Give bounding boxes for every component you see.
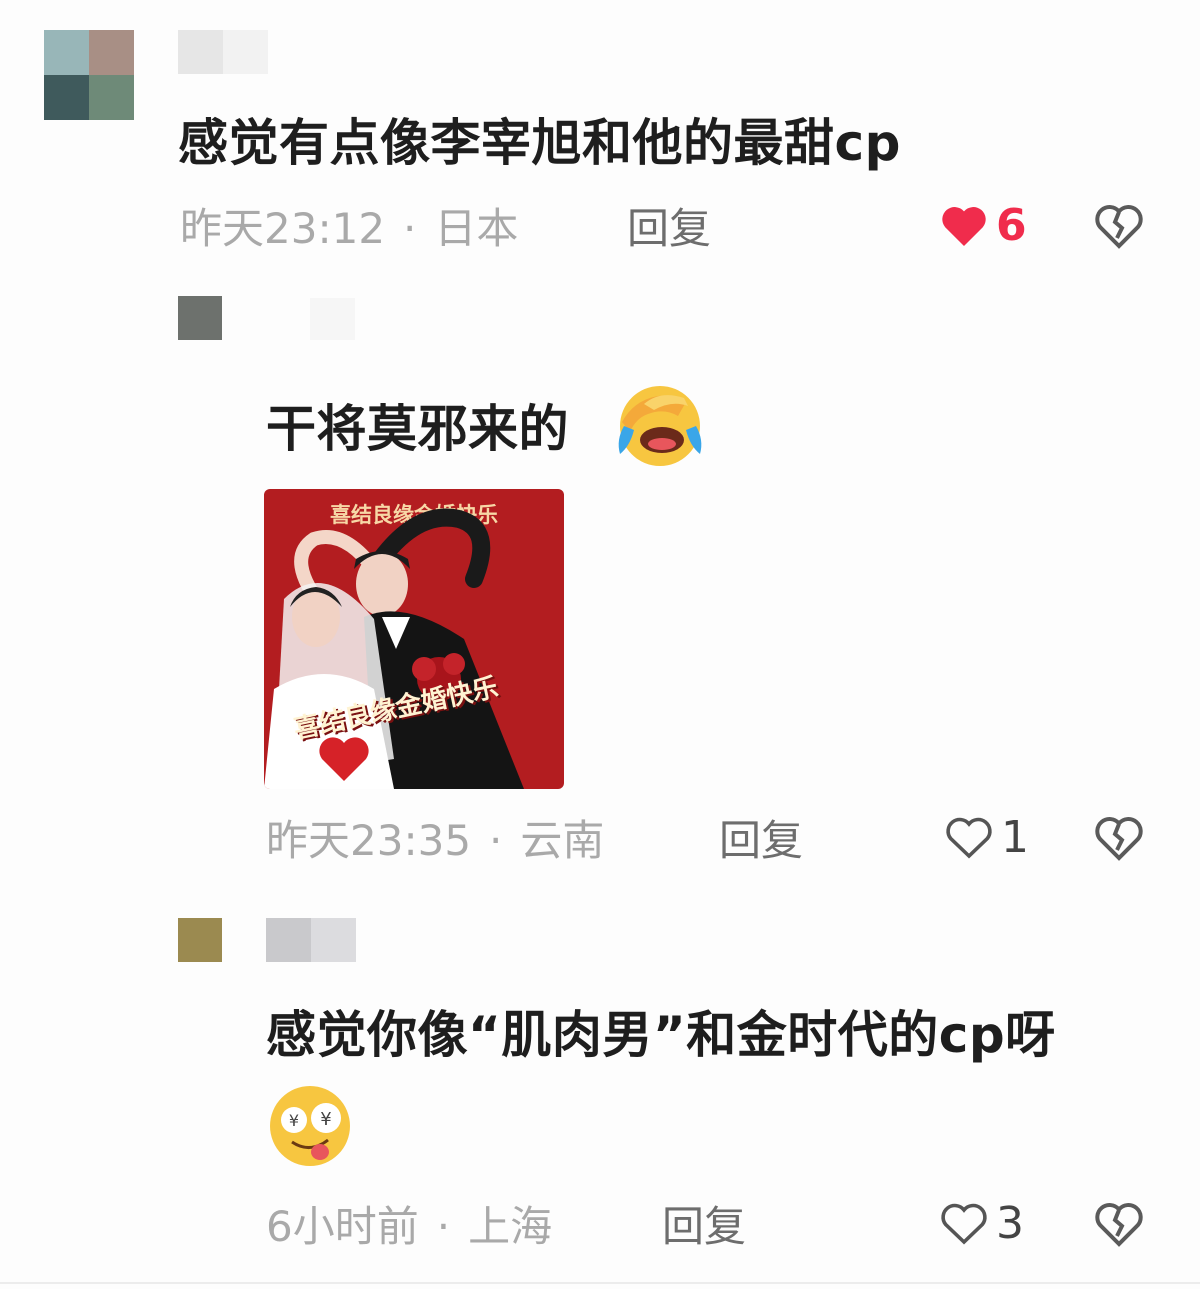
comment-text: 感觉你像“肌肉男”和金时代的cp呀 [266, 1006, 1056, 1064]
face-palm-crying-icon [618, 386, 702, 466]
divider [0, 1282, 1200, 1284]
svg-text:¥: ¥ [320, 1109, 331, 1130]
wedding-photo-illustration [264, 508, 524, 789]
reply-button[interactable]: 回复 [719, 820, 803, 862]
meta-separator: · [489, 816, 503, 865]
reply-button[interactable]: 回复 [627, 208, 711, 250]
comment-meta: 昨天23:35 · 云南 [266, 820, 604, 862]
comment-text: 干将莫邪来的 [266, 400, 569, 458]
like-count: 6 [996, 200, 1027, 251]
heart-outline-icon [941, 1203, 987, 1245]
dislike-broken-heart-icon[interactable] [1095, 816, 1143, 862]
avatar[interactable] [178, 296, 222, 340]
heart-filled-icon [942, 207, 986, 246]
comment-location: 上海 [468, 1202, 553, 1251]
comment-location: 云南 [520, 816, 605, 865]
dislike-broken-heart-icon[interactable] [1095, 204, 1143, 250]
comment-image[interactable]: 喜结良缘金婚快乐 [264, 489, 564, 789]
username-blurred[interactable] [178, 30, 268, 74]
like-count: 3 [996, 1198, 1024, 1249]
comment-text: 感觉有点像李宰旭和他的最甜cp [178, 114, 901, 172]
meta-separator: · [403, 204, 417, 253]
dislike-broken-heart-icon[interactable] [1095, 1202, 1143, 1248]
comment-time: 6小时前 [266, 1202, 419, 1251]
like-button[interactable]: 1 [945, 816, 1029, 860]
comment-time: 昨天23:35 [266, 816, 472, 865]
svg-text:¥: ¥ [289, 1111, 299, 1130]
comment-meta: 6小时前 · 上海 [266, 1206, 552, 1248]
money-eyes-tongue-icon: ¥ ¥ [270, 1086, 350, 1166]
username-blurred[interactable] [310, 298, 355, 340]
comment-location: 日本 [434, 204, 519, 253]
like-button[interactable]: 3 [940, 1202, 1024, 1246]
username-blurred[interactable] [266, 918, 356, 962]
heart-outline-icon [946, 817, 992, 859]
like-button[interactable]: 6 [940, 204, 1027, 248]
avatar[interactable] [44, 30, 134, 120]
comment-time: 昨天23:12 [180, 204, 386, 253]
reply-button[interactable]: 回复 [662, 1206, 746, 1248]
meta-separator: · [436, 1202, 451, 1251]
avatar[interactable] [178, 918, 222, 962]
like-count: 1 [1001, 812, 1029, 863]
comment-meta: 昨天23:12 · 日本 [180, 208, 518, 250]
